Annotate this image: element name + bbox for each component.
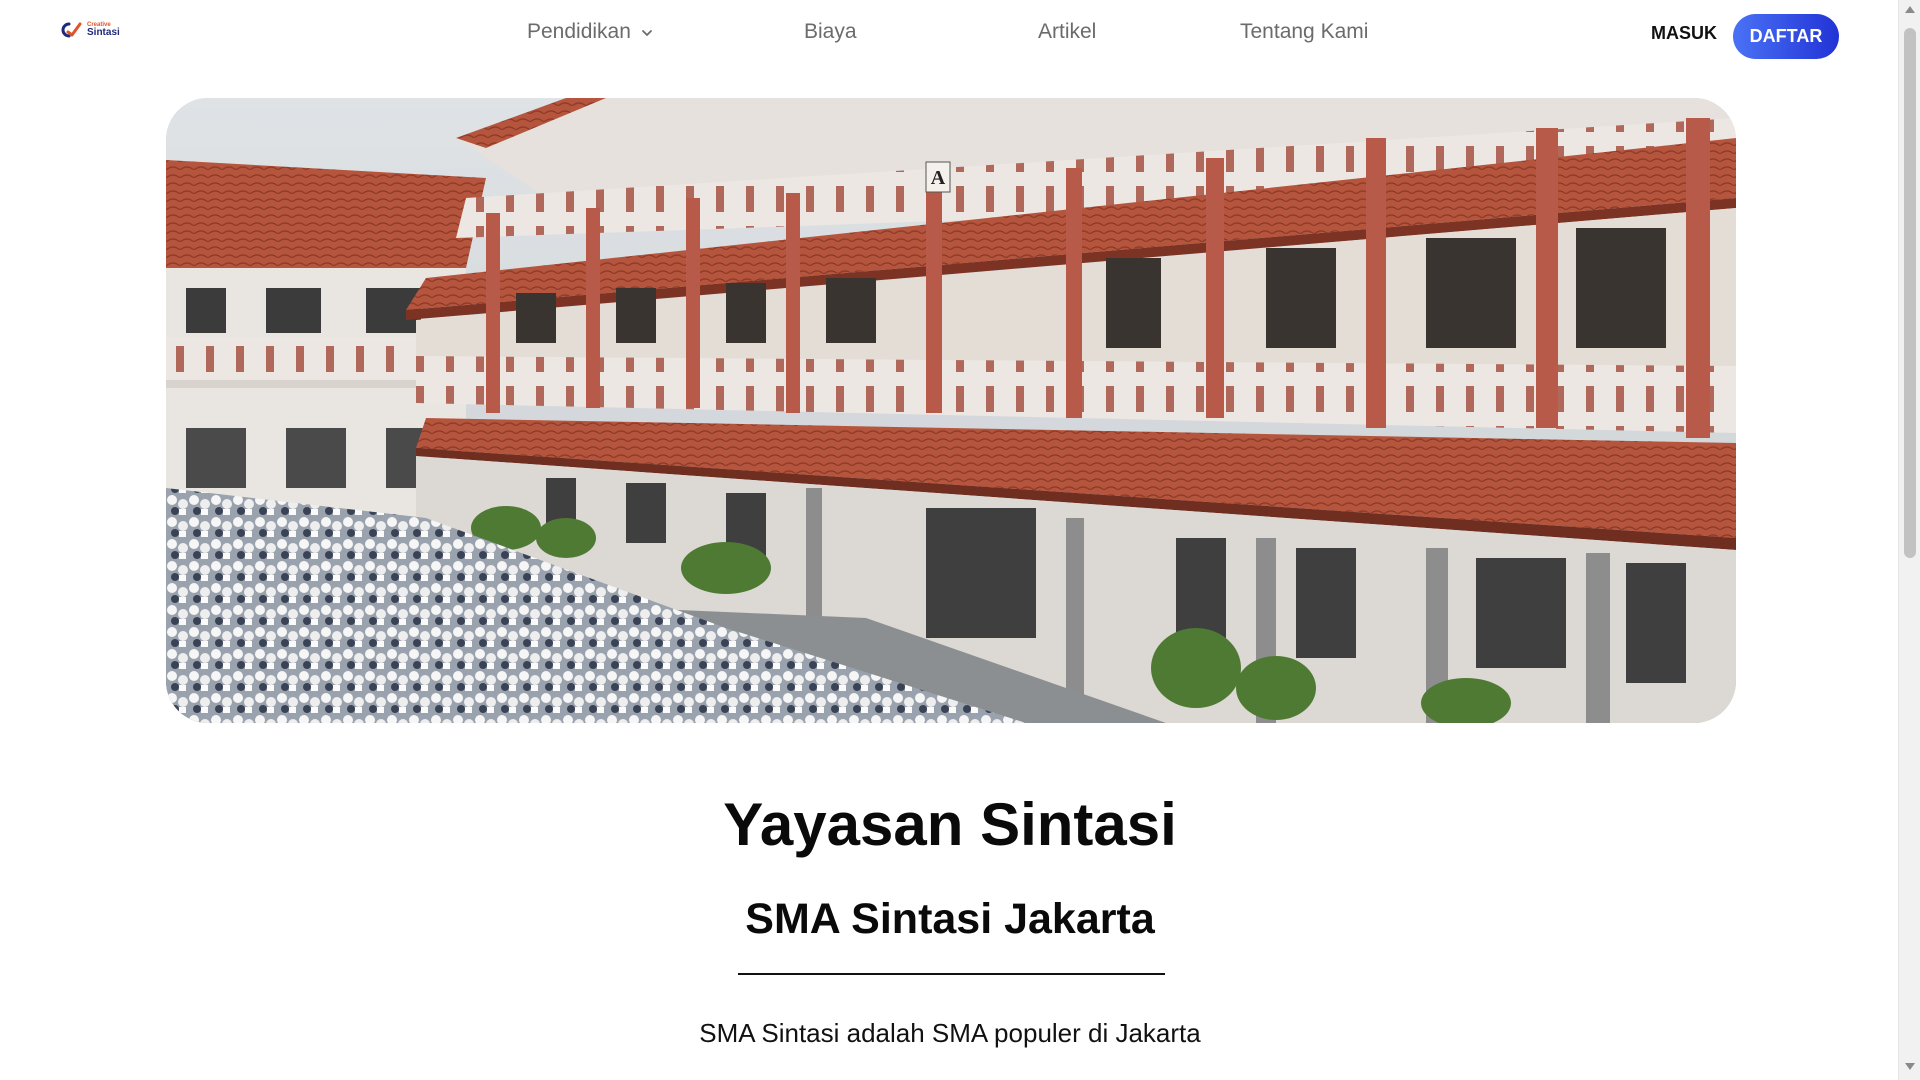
scrollbar-thumb[interactable]: [1904, 28, 1916, 558]
navbar: Creative Sintasi Pendidikan Biaya Artike…: [0, 0, 1898, 70]
nav-item-biaya[interactable]: Biaya: [804, 20, 857, 44]
nav-item-label: Biaya: [804, 20, 857, 43]
page-description: SMA Sintasi adalah SMA populer di Jakart…: [699, 1018, 1201, 1048]
nav-item-artikel[interactable]: Artikel: [1038, 20, 1096, 44]
logo-mark-icon: [61, 22, 82, 38]
nav-item-label: Tentang Kami: [1240, 20, 1369, 43]
page-title: Yayasan Sintasi: [723, 791, 1177, 858]
nav-item-label: Pendidikan: [527, 20, 631, 43]
nav-item-tentang-kami[interactable]: Tentang Kami: [1240, 20, 1368, 44]
chevron-down-icon: [642, 30, 652, 36]
title-divider: [738, 973, 1165, 975]
hero-image: A: [166, 98, 1736, 723]
register-button[interactable]: DAFTAR: [1733, 14, 1839, 59]
building-label: A: [931, 167, 946, 189]
logo-name: Sintasi: [87, 27, 120, 38]
brand-logo[interactable]: Creative Sintasi: [59, 18, 129, 42]
school-building-illustration: A: [166, 98, 1736, 723]
login-link[interactable]: MASUK: [1651, 23, 1717, 44]
vertical-scrollbar[interactable]: [1898, 0, 1920, 1080]
nav-item-label: Artikel: [1038, 20, 1097, 43]
scroll-down-arrow-icon[interactable]: [1905, 1063, 1915, 1070]
page-subtitle: SMA Sintasi Jakarta: [745, 895, 1155, 943]
scroll-up-arrow-icon[interactable]: [1905, 6, 1915, 13]
nav-item-pendidikan[interactable]: Pendidikan: [527, 20, 653, 44]
